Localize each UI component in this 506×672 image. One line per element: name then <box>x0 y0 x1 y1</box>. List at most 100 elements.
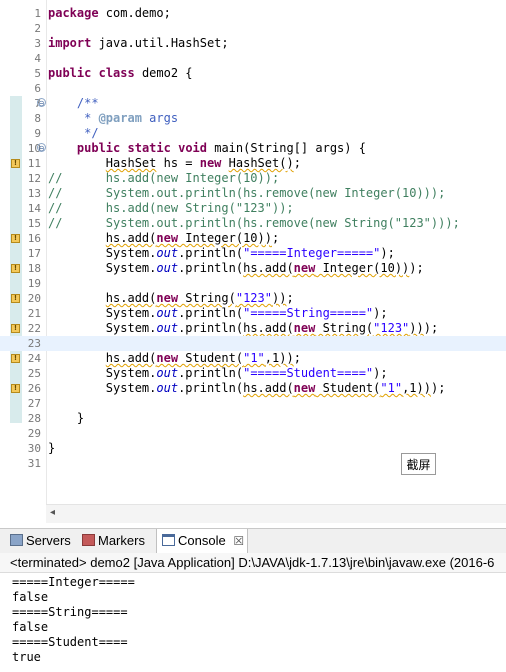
tab-servers-label: Servers <box>26 533 71 548</box>
code-line[interactable]: 28 } <box>0 411 506 426</box>
line-number: 29 <box>27 427 41 440</box>
code-line[interactable]: 21 System.out.println("=====String====="… <box>0 306 506 321</box>
warning-icon[interactable]: ! <box>11 384 20 393</box>
console-process-label: <terminated> demo2 [Java Application] D:… <box>0 553 506 573</box>
code-text: // System.out.println(hs.remove(new Inte… <box>48 186 446 200</box>
warning-icon[interactable]: ! <box>11 159 20 168</box>
horizontal-scrollbar[interactable]: ◂ <box>46 504 506 523</box>
line-number: 18 <box>27 262 41 275</box>
code-line[interactable]: 8 * @param args <box>0 111 506 126</box>
close-icon[interactable]: ☒ <box>233 534 244 548</box>
console-view[interactable]: <terminated> demo2 [Java Application] D:… <box>0 553 506 672</box>
code-text: /** <box>76 96 99 110</box>
code-line[interactable]: 12 // hs.add(new Integer(10)); <box>0 171 506 186</box>
code-line[interactable]: ! 16 hs.add(new Integer(10)); <box>0 231 506 246</box>
code-text: } <box>48 411 85 425</box>
line-number: 2 <box>34 22 41 35</box>
console-output-line: =====String===== <box>12 605 128 619</box>
line-number: 14 <box>27 202 41 215</box>
code-text: System.out.println("=====Student===="); <box>48 366 388 380</box>
line-number: 11 <box>27 157 41 170</box>
line-number: 4 <box>34 52 41 65</box>
line-number: 13 <box>27 187 41 200</box>
tab-servers[interactable]: Servers <box>10 529 76 553</box>
code-line[interactable]: 6 <box>0 81 506 96</box>
line-number: 27 <box>27 397 41 410</box>
code-text: HashSet hs = new HashSet(); <box>105 156 301 170</box>
line-number: 30 <box>27 442 41 455</box>
code-line[interactable]: ! 20 hs.add(new String("123")); <box>0 291 506 306</box>
line-number: 25 <box>27 367 41 380</box>
line-number: 31 <box>27 457 41 470</box>
fold-toggle-icon[interactable]: ⊖ <box>37 143 46 153</box>
code-text: } <box>48 441 56 455</box>
line-number: 28 <box>27 412 41 425</box>
code-line[interactable]: 15 // System.out.println(hs.remove(new St… <box>0 216 506 231</box>
fold-toggle-icon[interactable]: ⊖ <box>37 98 46 108</box>
line-number: 3 <box>34 37 41 50</box>
line-number: 6 <box>34 82 41 95</box>
console-output-line: =====Integer===== <box>12 575 135 589</box>
code-line[interactable]: ! 18 System.out.println(hs.add(new Intege… <box>0 261 506 276</box>
code-line[interactable]: ! 22 System.out.println(hs.add(new String… <box>0 321 506 336</box>
warning-icon[interactable]: ! <box>11 234 20 243</box>
tab-markers[interactable]: Markers <box>82 529 152 553</box>
warning-icon[interactable]: ! <box>11 324 20 333</box>
console-icon <box>162 534 175 546</box>
code-line[interactable]: 27 <box>0 396 506 411</box>
code-text: System.out.println("=====Integer====="); <box>48 246 395 260</box>
code-text: System.out.println("=====String====="); <box>48 306 388 320</box>
line-number: 26 <box>27 382 41 395</box>
warning-icon[interactable]: ! <box>11 294 20 303</box>
code-text: // System.out.println(hs.remove(new Stri… <box>48 216 460 230</box>
code-text: System.out.println(hs.add(new Student("1… <box>48 381 446 395</box>
code-line[interactable]: 13 // System.out.println(hs.remove(new In… <box>0 186 506 201</box>
code-editor[interactable]: 1 package com.demo; 2 3 import java.util.Has… <box>0 0 506 524</box>
code-line[interactable]: 29 <box>0 426 506 441</box>
console-output-line: =====Student==== <box>12 635 128 649</box>
code-lines[interactable]: 1 package com.demo; 2 3 import java.util.Has… <box>0 6 506 471</box>
code-text: System.out.println(hs.add(new String("12… <box>48 321 439 335</box>
console-output-line: true <box>12 650 41 664</box>
code-line[interactable]: 9 */ <box>0 126 506 141</box>
code-line[interactable]: ! 26 System.out.println(hs.add(new Studen… <box>0 381 506 396</box>
screenshot-button[interactable]: 截屏 <box>401 453 436 475</box>
code-line[interactable]: 10 ⊖ public static void main(String[] arg… <box>0 141 506 156</box>
code-text: hs.add(new Integer(10)); <box>105 231 280 245</box>
code-line[interactable]: 2 <box>0 21 506 36</box>
line-number: 5 <box>34 67 41 80</box>
line-number: 16 <box>27 232 41 245</box>
tab-console[interactable]: Console ☒ <box>156 529 248 553</box>
code-text: package com.demo; <box>48 6 171 20</box>
code-line[interactable]: 4 <box>0 51 506 66</box>
code-text: public class demo2 { <box>48 66 193 80</box>
scroll-left-icon[interactable]: ◂ <box>50 507 55 518</box>
line-number: 24 <box>27 352 41 365</box>
code-line[interactable]: ! 11 HashSet hs = new HashSet(); <box>0 156 506 171</box>
code-line[interactable]: 23 <box>0 336 506 351</box>
code-line[interactable]: 3 import java.util.HashSet; <box>0 36 506 51</box>
code-line[interactable]: 5 public class demo2 { <box>0 66 506 81</box>
line-number: 9 <box>34 127 41 140</box>
code-line[interactable]: 7 ⊖ /** <box>0 96 506 111</box>
code-line[interactable]: ! 24 hs.add(new Student("1",1)); <box>0 351 506 366</box>
line-number: 15 <box>27 217 41 230</box>
line-number: 23 <box>27 337 41 350</box>
code-line[interactable]: 25 System.out.println("=====Student===="… <box>0 366 506 381</box>
code-line[interactable]: 14 // hs.add(new String("123")); <box>0 201 506 216</box>
code-line[interactable]: 17 System.out.println("=====Integer=====… <box>0 246 506 261</box>
code-line[interactable]: 19 <box>0 276 506 291</box>
warning-icon[interactable]: ! <box>11 354 20 363</box>
console-output-line: false <box>12 590 49 604</box>
line-number: 22 <box>27 322 41 335</box>
code-text: */ <box>84 126 99 140</box>
code-line[interactable]: 1 package com.demo; <box>0 6 506 21</box>
warning-icon[interactable]: ! <box>11 264 20 273</box>
code-text: // hs.add(new Integer(10)); <box>48 171 280 185</box>
code-text: import java.util.HashSet; <box>48 36 229 50</box>
code-text: hs.add(new String("123")); <box>105 291 294 305</box>
markers-icon <box>82 534 95 546</box>
tab-console-label: Console <box>178 533 226 548</box>
code-text: public static void main(String[] args) { <box>76 141 366 155</box>
line-number: 12 <box>27 172 41 185</box>
